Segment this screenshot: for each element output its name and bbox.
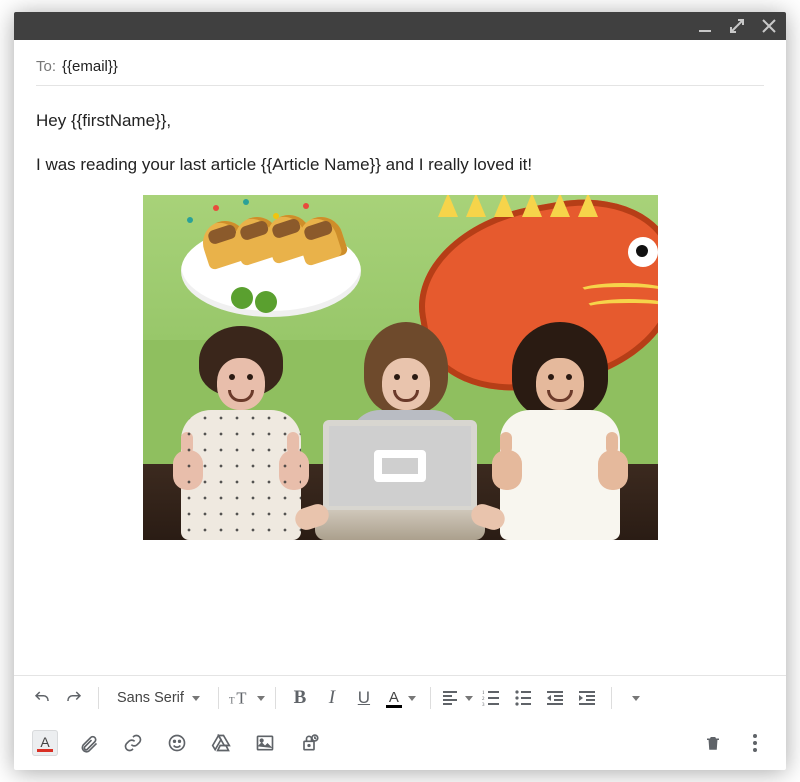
formatting-toolbar: Sans Serif T T B I U A <box>14 675 786 720</box>
indent-decrease-button[interactable] <box>541 684 569 712</box>
inline-image-wrap <box>36 195 764 540</box>
body-line-1: I was reading your last article {{Articl… <box>36 152 764 178</box>
insert-photo-button[interactable] <box>252 730 278 756</box>
confidential-mode-icon <box>299 733 319 753</box>
confidential-mode-button[interactable] <box>296 730 322 756</box>
more-options-button[interactable] <box>742 730 768 756</box>
delete-icon <box>704 733 722 753</box>
numbered-list-button[interactable]: 123 <box>477 684 505 712</box>
font-size-button[interactable]: T T <box>229 688 265 708</box>
bold-button[interactable]: B <box>286 684 314 712</box>
attach-file-icon <box>79 733 99 753</box>
to-input[interactable] <box>62 58 764 75</box>
drive-icon <box>211 733 231 753</box>
numbered-list-icon: 123 <box>482 689 500 707</box>
bulleted-list-icon <box>514 689 532 707</box>
compose-actions-toolbar: A <box>14 720 786 770</box>
discard-draft-button[interactable] <box>700 730 726 756</box>
svg-text:T: T <box>229 696 235 706</box>
body-greeting: Hey {{firstName}}, <box>36 108 764 134</box>
chevron-down-icon <box>465 696 473 701</box>
chevron-down-icon <box>257 696 265 701</box>
chevron-down-icon <box>408 696 416 701</box>
font-family-select[interactable]: Sans Serif <box>109 684 208 712</box>
bulleted-list-button[interactable] <box>509 684 537 712</box>
chevron-down-icon <box>192 696 200 701</box>
insert-link-icon <box>123 733 143 753</box>
close-icon[interactable] <box>762 19 776 33</box>
attach-file-button[interactable] <box>76 730 102 756</box>
inline-image[interactable] <box>143 195 658 540</box>
undo-button[interactable] <box>28 684 56 712</box>
insert-photo-icon <box>255 733 275 753</box>
compose-content: To: Hey {{firstName}}, I was reading you… <box>14 40 786 720</box>
titlebar <box>14 12 786 40</box>
svg-text:T: T <box>236 689 246 708</box>
text-format-icon: A <box>37 734 53 752</box>
svg-text:1: 1 <box>482 691 485 696</box>
redo-button[interactable] <box>60 684 88 712</box>
align-left-icon <box>441 689 459 707</box>
underline-button[interactable]: U <box>350 684 378 712</box>
minimize-icon[interactable] <box>698 19 712 33</box>
indent-increase-button[interactable] <box>573 684 601 712</box>
chevron-down-icon <box>632 696 640 701</box>
font-family-label: Sans Serif <box>117 690 184 706</box>
italic-button[interactable]: I <box>318 684 346 712</box>
insert-drive-button[interactable] <box>208 730 234 756</box>
message-body[interactable]: Hey {{firstName}}, I was reading your la… <box>36 86 764 675</box>
svg-text:2: 2 <box>482 697 485 702</box>
indent-increase-icon <box>578 689 596 707</box>
emoji-icon <box>167 733 187 753</box>
indent-decrease-icon <box>546 689 564 707</box>
insert-link-button[interactable] <box>120 730 146 756</box>
to-label: To: <box>36 58 56 75</box>
formatting-options-button[interactable]: A <box>32 730 58 756</box>
font-size-icon: T T <box>229 688 251 708</box>
compose-window: To: Hey {{firstName}}, I was reading you… <box>14 12 786 770</box>
expand-icon[interactable] <box>730 19 744 33</box>
insert-emoji-button[interactable] <box>164 730 190 756</box>
more-formatting-button[interactable] <box>622 684 650 712</box>
to-row[interactable]: To: <box>36 54 764 86</box>
align-button[interactable] <box>441 689 473 707</box>
svg-text:3: 3 <box>482 703 485 707</box>
text-color-button[interactable]: A <box>382 689 420 708</box>
more-options-icon <box>752 733 758 753</box>
